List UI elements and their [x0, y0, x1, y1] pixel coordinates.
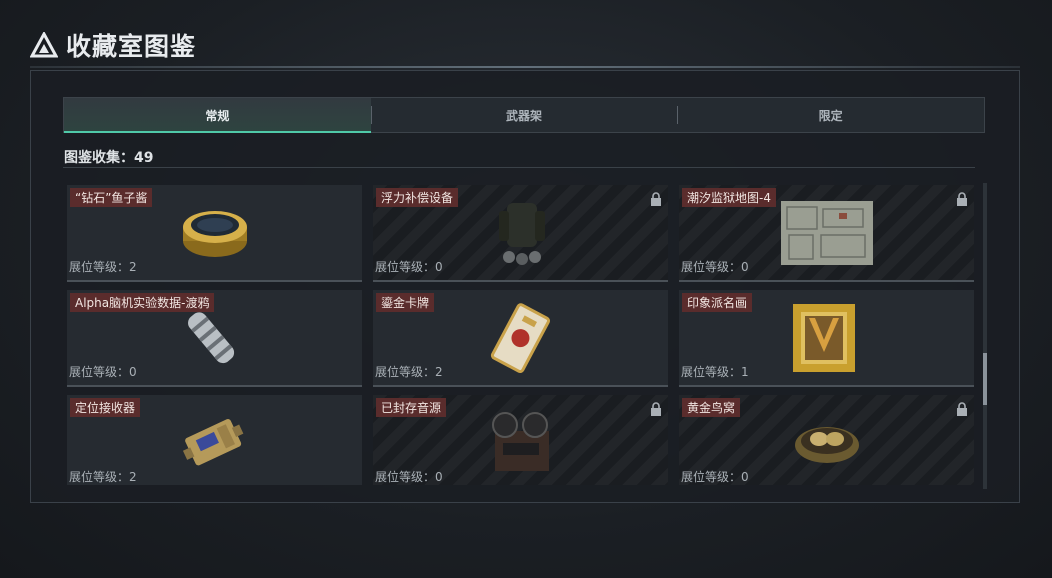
item-card-alpha-data[interactable]: Alpha脑机实验数据-渡鸦 展位等级：0 — [67, 290, 362, 387]
item-card-receiver[interactable]: 定位接收器 展位等级：2 — [67, 395, 362, 485]
item-name: 印象派名画 — [682, 293, 753, 312]
item-name: 定位接收器 — [70, 398, 141, 417]
lock-icon — [957, 192, 967, 206]
header-divider — [30, 66, 1020, 68]
lock-icon — [651, 192, 661, 206]
item-card-buoyancy[interactable]: 浮力补偿设备 展位等级：0 — [373, 185, 668, 282]
item-level: 展位等级：2 — [69, 260, 137, 274]
item-card-sealed-audio[interactable]: 已封存音源 展位等级：0 — [373, 395, 668, 485]
category-tabs: 常规 武器架 限定 — [63, 97, 985, 133]
item-grid: “钻石”鱼子酱 展位等级：2 浮力补偿设备 展位等级：0 潮汐监狱地图-4 展位… — [67, 185, 975, 485]
reel-recorder-icon — [492, 412, 549, 471]
item-name: “钻石”鱼子酱 — [70, 188, 153, 207]
item-level: 展位等级：0 — [69, 365, 137, 379]
item-level: 展位等级：2 — [69, 470, 137, 484]
item-card-painting[interactable]: 印象派名画 展位等级：1 — [679, 290, 974, 387]
scrollbar-thumb[interactable] — [983, 353, 987, 405]
item-level: 展位等级：0 — [375, 470, 443, 484]
item-name: 潮汐监狱地图-4 — [682, 188, 776, 207]
page-header: 收藏室图鉴 — [30, 28, 196, 62]
caviar-tin-icon — [183, 211, 247, 257]
item-level: 展位等级：1 — [681, 365, 749, 379]
item-name: 已封存音源 — [376, 398, 447, 417]
data-canister-icon — [188, 312, 235, 364]
page-title: 收藏室图鉴 — [66, 32, 197, 61]
item-level: 展位等级：0 — [375, 260, 443, 274]
collection-count: 图鉴收集：49 — [64, 150, 154, 166]
item-level: 展位等级：0 — [681, 260, 749, 274]
gilded-card-icon — [490, 303, 551, 374]
tab-limited[interactable]: 限定 — [677, 98, 984, 132]
item-card-gilded-card[interactable]: 鎏金卡牌 展位等级：2 — [373, 290, 668, 387]
tab-regular[interactable]: 常规 — [64, 98, 371, 133]
buoyancy-device-icon — [499, 203, 545, 265]
grid-scrollbar[interactable] — [983, 183, 987, 489]
item-level: 展位等级：0 — [681, 470, 749, 484]
triangle-logo-icon — [30, 32, 58, 58]
receiver-device-icon — [182, 419, 244, 466]
lock-icon — [957, 402, 967, 416]
tab-weapon-rack[interactable]: 武器架 — [370, 98, 678, 132]
item-card-caviar[interactable]: “钻石”鱼子酱 展位等级：2 — [67, 185, 362, 282]
golden-nest-icon — [795, 427, 859, 463]
framed-painting-icon — [793, 304, 855, 372]
item-name: 浮力补偿设备 — [376, 188, 459, 207]
collection-panel: 常规 武器架 限定 图鉴收集：49 “钻石”鱼子酱 展位等级：2 浮力补偿设备 — [30, 70, 1020, 503]
lock-icon — [651, 402, 661, 416]
item-card-prison-map[interactable]: 潮汐监狱地图-4 展位等级：0 — [679, 185, 974, 282]
item-level: 展位等级：2 — [375, 365, 443, 379]
prison-map-icon — [781, 201, 873, 265]
item-name: 鎏金卡牌 — [376, 293, 435, 312]
divider — [63, 167, 975, 168]
item-name: 黄金鸟窝 — [682, 398, 741, 417]
item-card-golden-nest[interactable]: 黄金鸟窝 展位等级：0 — [679, 395, 974, 485]
